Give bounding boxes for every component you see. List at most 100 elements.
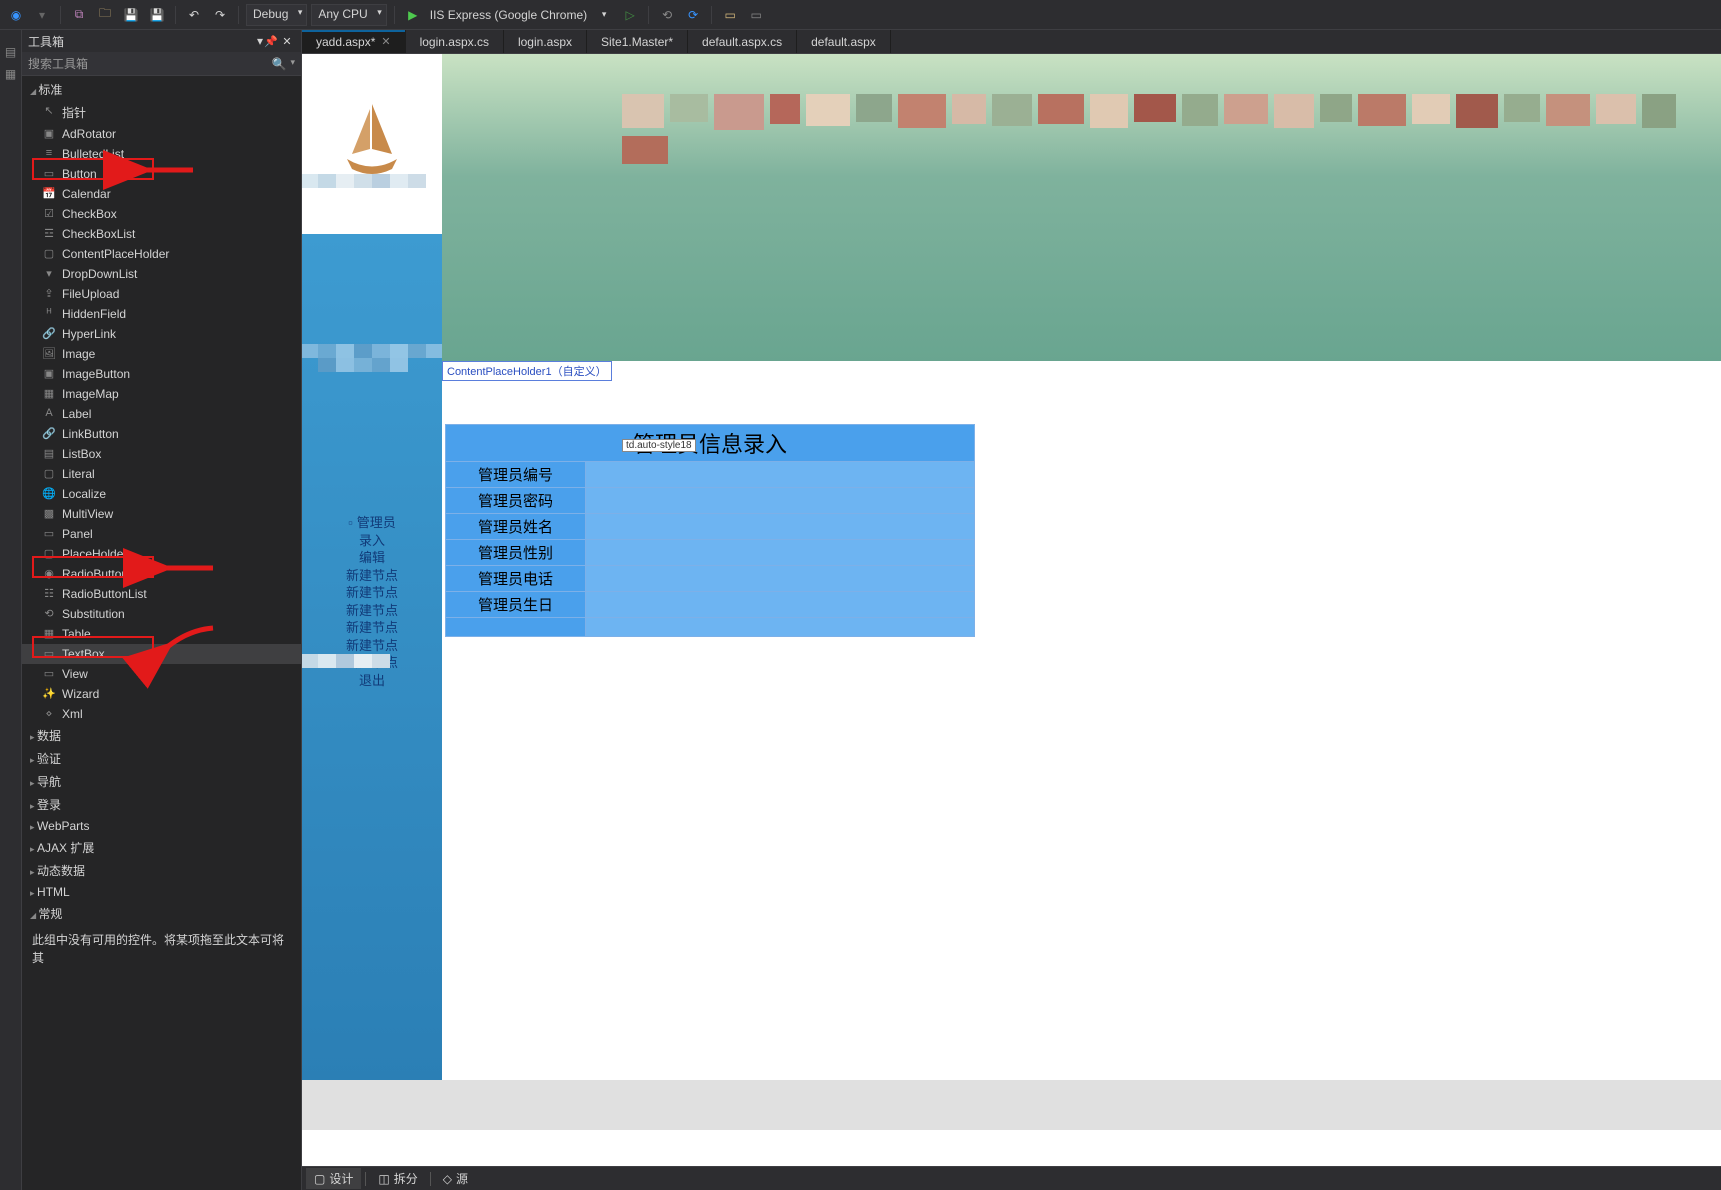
search-icon[interactable]: 🔍 (272, 57, 287, 71)
group-data[interactable]: 数据 (22, 724, 301, 747)
row-id-label[interactable]: 管理员编号 (446, 462, 586, 488)
item-hyperlink[interactable]: 🔗HyperLink (22, 324, 301, 344)
group-webparts[interactable]: WebParts (22, 816, 301, 836)
item-textbox[interactable]: ▭TextBox (22, 644, 301, 664)
row-gender-input[interactable] (586, 540, 975, 566)
item-imagemap[interactable]: ▦ImageMap (22, 384, 301, 404)
item-wizard[interactable]: ✨Wizard (22, 684, 301, 704)
tab-close-icon[interactable]: ✕ (381, 35, 390, 48)
nav-fwd-icon[interactable]: ▾ (31, 4, 53, 26)
item-button[interactable]: ▭Button (22, 164, 301, 184)
item-hiddenfield[interactable]: ᴴHiddenField (22, 304, 301, 324)
group-ajax[interactable]: AJAX 扩展 (22, 836, 301, 859)
item-linkbutton[interactable]: 🔗LinkButton (22, 424, 301, 444)
redo-icon[interactable]: ↷ (209, 4, 231, 26)
tab-login[interactable]: login.aspx (504, 30, 587, 53)
pin-icon[interactable]: 📌 (263, 35, 279, 48)
item-view[interactable]: ▭View (22, 664, 301, 684)
tab-default[interactable]: default.aspx (797, 30, 891, 53)
row-birth-input[interactable] (586, 592, 975, 618)
row-phone-input[interactable] (586, 566, 975, 592)
designer-surface[interactable]: ▫管理员 录入 编辑 新建节点 新建节点 新建节点 新建节点 新建节点 新建节点… (302, 54, 1721, 1190)
browser-link-icon[interactable]: ⟲ (656, 4, 678, 26)
item-fileupload[interactable]: ⇪FileUpload (22, 284, 301, 304)
group-validation[interactable]: 验证 (22, 747, 301, 770)
group-general[interactable]: 常规 (22, 902, 301, 925)
row-id-input[interactable] (586, 462, 975, 488)
server-explorer-icon[interactable]: ▤ (1, 42, 21, 62)
item-adrotator[interactable]: ▣AdRotator (22, 124, 301, 144)
view-split[interactable]: ◫拆分 (370, 1168, 425, 1189)
form-title-cell[interactable]: td.auto-style18 管理员信息录入 (446, 425, 975, 462)
blank-cell-r[interactable] (586, 618, 975, 637)
source-icon: ◇ (443, 1172, 452, 1186)
toolbox-rail-icon[interactable]: ▦ (1, 64, 21, 84)
item-multiview[interactable]: ▩MultiView (22, 504, 301, 524)
item-literal[interactable]: ▢Literal (22, 464, 301, 484)
row-name-input[interactable] (586, 514, 975, 540)
item-table[interactable]: ▦Table (22, 624, 301, 644)
toolbox-search[interactable]: 搜索工具箱 🔍 ▾ (22, 52, 301, 76)
group-login[interactable]: 登录 (22, 793, 301, 816)
tab-default-cs[interactable]: default.aspx.cs (688, 30, 797, 53)
item-checkboxlist[interactable]: ☲CheckBoxList (22, 224, 301, 244)
cph-tag[interactable]: ContentPlaceHolder1（自定义） (442, 361, 612, 381)
save-all-icon[interactable]: 💾 (146, 4, 168, 26)
item-imagebutton[interactable]: ▣ImageButton (22, 364, 301, 384)
view-source[interactable]: ◇源 (435, 1168, 476, 1189)
toolbar-extra2-icon[interactable]: ▭ (745, 4, 767, 26)
item-bulletedlist[interactable]: ≡BulletedList (22, 144, 301, 164)
group-html[interactable]: HTML (22, 882, 301, 902)
undo-icon[interactable]: ↶ (183, 4, 205, 26)
run-target-label[interactable]: IIS Express (Google Chrome) (430, 8, 587, 22)
row-pwd-label[interactable]: 管理员密码 (446, 488, 586, 514)
run-dropdown-icon[interactable]: ▾ (593, 4, 615, 26)
tab-site1[interactable]: Site1.Master* (587, 30, 688, 53)
admin-form[interactable]: td.auto-style18 管理员信息录入 管理员编号 管理员密码 管理员姓… (445, 424, 1371, 637)
toolbar-extra1-icon[interactable]: ▭ (719, 4, 741, 26)
save-icon[interactable]: 💾 (120, 4, 142, 26)
group-dynamic[interactable]: 动态数据 (22, 859, 301, 882)
open-folder-icon[interactable]: 🗀 (94, 4, 116, 26)
substitution-icon: ⟲ (42, 607, 56, 620)
row-name-label[interactable]: 管理员姓名 (446, 514, 586, 540)
item-label[interactable]: ALabel (22, 404, 301, 424)
row-birth-label[interactable]: 管理员生日 (446, 592, 586, 618)
design-icon: ▢ (314, 1172, 325, 1186)
item-xml[interactable]: ⋄Xml (22, 704, 301, 724)
platform-dropdown[interactable]: Any CPU (311, 4, 386, 26)
run-without-debug-icon[interactable]: ▷ (619, 4, 641, 26)
blank-cell-l[interactable] (446, 618, 586, 637)
row-pwd-input[interactable] (586, 488, 975, 514)
view-design[interactable]: ▢设计 (306, 1168, 361, 1189)
item-calendar[interactable]: 📅Calendar (22, 184, 301, 204)
item-dropdownlist[interactable]: ▾DropDownList (22, 264, 301, 284)
item-pointer[interactable]: ↖指针 (22, 101, 301, 124)
group-navigation[interactable]: 导航 (22, 770, 301, 793)
run-icon[interactable]: ▶ (402, 4, 424, 26)
item-panel[interactable]: ▭Panel (22, 524, 301, 544)
item-checkbox[interactable]: ☑CheckBox (22, 204, 301, 224)
item-placeholder[interactable]: ▢PlaceHolder (22, 544, 301, 564)
config-dropdown[interactable]: Debug (246, 4, 307, 26)
item-substitution[interactable]: ⟲Substitution (22, 604, 301, 624)
item-radiobuttonlist[interactable]: ☷RadioButtonList (22, 584, 301, 604)
refresh-icon[interactable]: ⟳ (682, 4, 704, 26)
row-gender-label[interactable]: 管理员性别 (446, 540, 586, 566)
group-standard[interactable]: 标准 (22, 78, 301, 101)
nav-back-icon[interactable]: ◉ (5, 4, 27, 26)
literal-icon: ▢ (42, 467, 56, 480)
close-icon[interactable]: ✕ (279, 35, 295, 48)
item-contentplaceholder[interactable]: ▢ContentPlaceHolder (22, 244, 301, 264)
admin-form-table[interactable]: td.auto-style18 管理员信息录入 管理员编号 管理员密码 管理员姓… (445, 424, 975, 637)
tab-login-cs[interactable]: login.aspx.cs (406, 30, 504, 53)
tab-yadd[interactable]: yadd.aspx*✕ (302, 30, 406, 53)
search-clear-icon[interactable]: ▾ (290, 57, 295, 71)
row-phone-label[interactable]: 管理员电话 (446, 566, 586, 592)
wizard-icon: ✨ (42, 687, 56, 700)
item-image[interactable]: 🖼Image (22, 344, 301, 364)
item-localize[interactable]: 🌐Localize (22, 484, 301, 504)
item-listbox[interactable]: ▤ListBox (22, 444, 301, 464)
item-radiobutton[interactable]: ◉RadioButton (22, 564, 301, 584)
new-project-icon[interactable]: ⧉ (68, 4, 90, 26)
